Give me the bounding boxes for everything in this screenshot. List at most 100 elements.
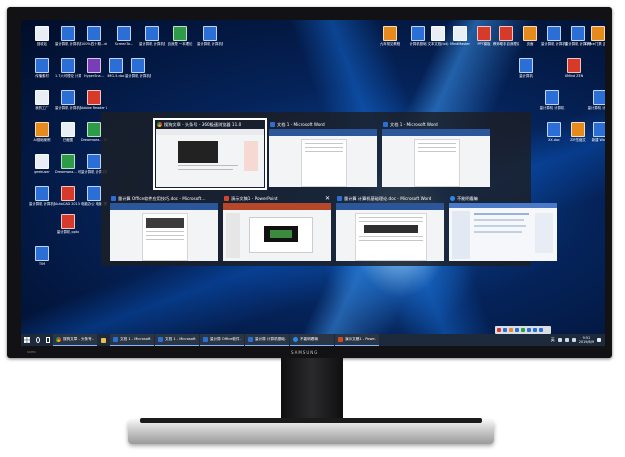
taskbar-button[interactable]: 量计算 Office软件… xyxy=(200,334,244,346)
desktop-icon[interactable]: 量计算机 计算机 xyxy=(587,90,605,118)
desktop-icon[interactable]: 量计算机 计算机基础理论 xyxy=(55,90,81,118)
desktop-icon[interactable]: geekuser xyxy=(29,154,55,182)
desktop-icon[interactable]: TIM xyxy=(29,246,55,274)
switcher-window-6[interactable]: 量计算 计算机基础理论.doc - Microsoft Word xyxy=(335,194,445,262)
monitor-stand-neck xyxy=(281,358,343,422)
desktop-icon-label: 已截图 xyxy=(62,138,74,142)
volume-icon[interactable] xyxy=(564,338,569,342)
ppt-icon xyxy=(338,337,343,342)
start-button[interactable] xyxy=(21,334,33,346)
desktop-icon[interactable]: 1.7六可理论 计算机基础…docx xyxy=(55,58,81,86)
window-preview xyxy=(382,129,490,187)
word-icon xyxy=(113,337,118,342)
desktop-icon[interactable]: 量计算机 计算机基础理论 xyxy=(125,58,151,86)
desktop-icon-label: 教师助手自我理论.pptx xyxy=(493,42,519,46)
desktop-icon-label: 量计算机 计算机基础理论 xyxy=(55,42,81,46)
file-icon xyxy=(567,58,581,73)
taskbar-button[interactable]: 量计算 计算机基础… xyxy=(245,334,289,346)
desktop-icon[interactable]: AI基础案例 xyxy=(29,122,55,150)
notification-icon[interactable] xyxy=(597,338,601,342)
battery-icon[interactable] xyxy=(571,338,576,342)
desktop-icon[interactable]: 自我是 一本理论 xyxy=(167,26,193,54)
desktop-icon[interactable]: Dreamwea… 可视化学习 xyxy=(55,154,81,182)
desktop-icon[interactable]: 100%四十期…doc xyxy=(81,26,107,54)
file-icon xyxy=(591,26,605,41)
taskbar-button[interactable]: 不能明看嘛 xyxy=(290,334,334,346)
search-button[interactable] xyxy=(33,334,43,346)
desktop-icon[interactable]: 页面 xyxy=(517,26,543,54)
desktop-icon[interactable]: 传播素材 xyxy=(29,58,55,86)
desktop-icon[interactable]: Office门禁 正理论版本… xyxy=(585,26,605,54)
taskbar-button[interactable]: 文档 1 - Microsoft… xyxy=(110,334,154,346)
desktop-icon-label: 页面 xyxy=(526,42,534,46)
switcher-window-1[interactable]: 搜狗文章 - 头条号 - 360极速浏览器 11.0 xyxy=(153,118,267,190)
desktop-icon[interactable]: 量计算机 计算机基础理论… xyxy=(197,26,223,54)
edge-icon xyxy=(293,337,298,342)
desktop-icon[interactable]: 量计算机 计算机基础理论 xyxy=(55,26,81,54)
file-icon xyxy=(35,58,49,73)
task-view-button[interactable] xyxy=(43,334,53,346)
switcher-window-7[interactable]: 不能明看嘛 xyxy=(448,194,558,262)
desktop-icon-label: 量计算机 计算机基础理论 xyxy=(29,202,55,206)
switcher-window-3[interactable]: 文档 1 - Microsoft Word xyxy=(381,120,491,188)
file-icon xyxy=(117,26,131,41)
desktop-icon[interactable]: 九年常见教程 xyxy=(377,26,403,54)
task-switcher: 搜狗文章 - 头条号 - 360极速浏览器 11.0 文档 1 - Micros… xyxy=(101,112,557,266)
desktop-icon[interactable]: ScreenTo… xyxy=(111,26,137,54)
desktop-icon-label: 回收站 xyxy=(36,42,48,46)
desktop-icon[interactable]: XX.doc xyxy=(541,122,567,150)
file-icon xyxy=(35,186,49,201)
network-icon[interactable] xyxy=(557,338,562,342)
desktop-icon[interactable]: AutoCAD 2013 简体 xyxy=(55,186,81,214)
desktop-icon-label: 量计算机 计算机 xyxy=(539,106,565,110)
switcher-window-2[interactable]: 文档 1 - Microsoft Word xyxy=(268,120,378,188)
switcher-window-4[interactable]: 量计算 Office软件应用技巧.doc - Microsoft… xyxy=(109,194,219,262)
desktop-icon[interactable]: 我的工厂 xyxy=(29,90,55,118)
desktop-icon-label: Office门禁 正理论版本… xyxy=(585,42,605,46)
file-icon xyxy=(87,154,101,169)
folder-icon xyxy=(101,337,106,343)
taskbar-button-label: 演示文稿1 - Powe… xyxy=(345,337,376,341)
word-icon xyxy=(111,196,116,201)
window-preview xyxy=(223,203,331,261)
desktop-icon[interactable]: 教师助手自我理论.pptx xyxy=(493,26,519,54)
task-view-icon xyxy=(46,337,50,343)
file-icon xyxy=(593,122,605,137)
desktop-icon[interactable]: 新建 Word xyxy=(587,122,605,150)
word-icon xyxy=(203,337,208,342)
switcher-window-5[interactable]: 演示文稿1 - PowerPoint ✕ xyxy=(222,194,332,262)
file-icon xyxy=(35,90,49,105)
desktop-icon[interactable]: 量计算机 pptx xyxy=(55,214,81,242)
clock[interactable]: 9:51 2019/8/9 xyxy=(579,336,594,344)
taskbar-button[interactable]: 搜狗文章 - 头条号… xyxy=(53,334,97,346)
window-title: 文档 1 - Microsoft Word xyxy=(390,121,438,127)
taskbar-button[interactable] xyxy=(98,334,110,346)
ime-indicator[interactable]: 英 xyxy=(551,337,555,343)
desktop-icon[interactable]: 量计算机 xyxy=(513,58,539,86)
desktop-icon[interactable]: 量计算机 计算机基础理论 xyxy=(29,186,55,214)
window-preview xyxy=(336,203,444,261)
taskbar-button-label: 搜狗文章 - 头条号… xyxy=(63,337,94,341)
desktop-icon[interactable]: 回收站 xyxy=(29,26,55,54)
file-icon xyxy=(87,26,101,41)
file-icon xyxy=(61,186,75,201)
desktop-icon-label: 量计算机 计算机基础理论 xyxy=(125,74,151,78)
file-icon xyxy=(109,58,123,73)
file-icon xyxy=(593,90,605,105)
taskbar-button[interactable]: 文档 1 - Microsoft… xyxy=(155,334,199,346)
close-icon[interactable]: ✕ xyxy=(325,194,330,203)
file-icon xyxy=(35,154,49,169)
clock-date: 2019/8/9 xyxy=(578,340,594,344)
windows-logo-icon xyxy=(24,337,30,343)
window-preview xyxy=(110,203,218,261)
desktop-icon[interactable]: 已截图 xyxy=(55,122,81,150)
desktop-icon[interactable]: MindMaster xyxy=(447,26,473,54)
desktop-icon[interactable]: 量计算机 计算机 xyxy=(539,90,565,118)
desktop-icon[interactable]: XMind ZEN xyxy=(561,58,587,86)
window-preview xyxy=(269,129,377,187)
desktop-icon[interactable]: 量计算机 计算机基础理论 xyxy=(541,26,567,54)
taskbar-button[interactable]: 演示文稿1 - Powe… xyxy=(335,334,379,346)
desktop-icon[interactable]: 量计算机 计算机基础理论 xyxy=(139,26,165,54)
notification-area-popup[interactable] xyxy=(495,326,551,334)
desktop-icon-label: XX.doc xyxy=(548,138,560,142)
